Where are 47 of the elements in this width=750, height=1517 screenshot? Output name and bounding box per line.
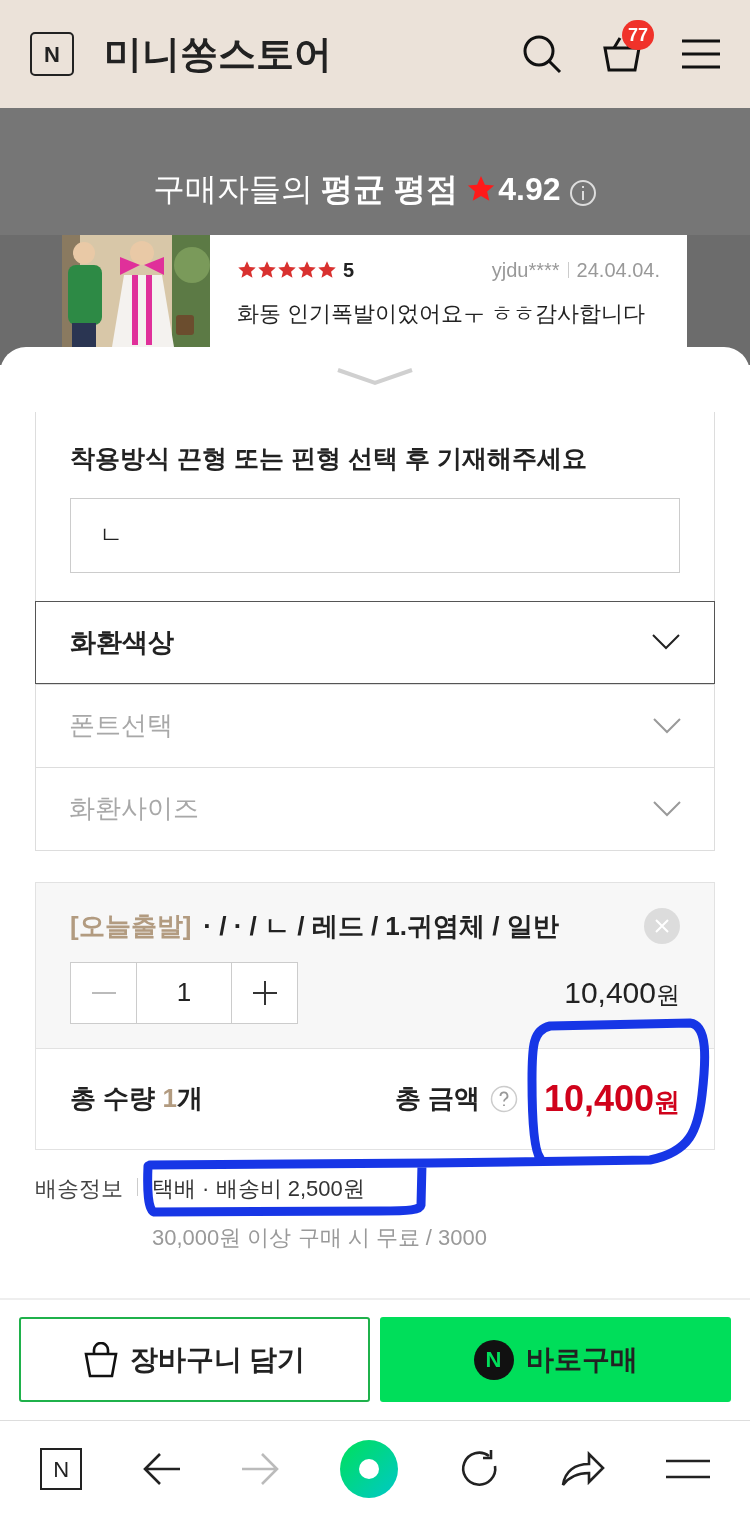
item-tag: [오늘출발] bbox=[70, 906, 192, 946]
help-icon[interactable] bbox=[489, 1084, 518, 1113]
shipping-note: 30,000원 이상 구매 시 무료 / 3000 bbox=[152, 1223, 488, 1252]
chevron-down-icon bbox=[653, 800, 681, 817]
chevron-down-icon bbox=[653, 717, 681, 734]
buy-now-button[interactable]: N 바로구매 bbox=[380, 1317, 731, 1402]
back-arrow-icon[interactable] bbox=[142, 1452, 181, 1486]
star-icon bbox=[317, 260, 337, 280]
option-instruction: 착용방식 끈형 또는 핀형 선택 후 기재해주세요 bbox=[70, 443, 588, 474]
shipping-label: 배송정보 bbox=[35, 1174, 123, 1203]
close-icon bbox=[655, 919, 669, 933]
minus-icon bbox=[91, 991, 116, 994]
reviewer-name: yjdu**** bbox=[491, 258, 560, 283]
info-icon[interactable] bbox=[568, 179, 597, 207]
total-amount-label: 총 금액 bbox=[394, 1082, 480, 1115]
quantity-value[interactable]: 1 bbox=[137, 962, 231, 1023]
rating-label: 평균 평점 bbox=[321, 170, 459, 209]
option-dropdown[interactable]: 화환색상 bbox=[35, 600, 715, 684]
cart-count-badge: 77 bbox=[622, 20, 655, 50]
star-icon bbox=[277, 260, 297, 280]
rating-prefix: 구매자들의 bbox=[153, 170, 314, 209]
menu-icon[interactable] bbox=[682, 39, 720, 69]
option-input-field[interactable]: ㄴ bbox=[70, 497, 680, 573]
naver-pay-logo: N bbox=[473, 1339, 514, 1380]
home-logo[interactable]: N bbox=[40, 1448, 83, 1490]
total-quantity: 총 수량 1개 bbox=[70, 1082, 203, 1115]
store-logo[interactable]: N bbox=[30, 32, 74, 76]
review-date: 24.04.04. bbox=[576, 258, 660, 283]
share-arrow-icon[interactable] bbox=[561, 1451, 606, 1487]
menu-icon[interactable] bbox=[665, 1459, 710, 1479]
star-icon bbox=[237, 260, 257, 280]
review-text: 화동 인기폭발이었어요ㅜ ㅎㅎ감사합니다 bbox=[237, 300, 647, 328]
shipping-method: 택배 · 배송비 2,500원 bbox=[152, 1174, 366, 1203]
add-to-cart-button[interactable]: 장바구니 담기 bbox=[19, 1317, 370, 1402]
plus-icon bbox=[252, 980, 277, 1005]
total-amount: 10,400원 bbox=[543, 1076, 680, 1121]
sheet-handle-icon[interactable] bbox=[336, 367, 414, 387]
store-name: 미니쏭스토어 bbox=[104, 31, 332, 77]
star-icon bbox=[297, 260, 317, 280]
rating-score: 4.92 bbox=[498, 170, 561, 209]
star-icon bbox=[257, 260, 277, 280]
search-icon[interactable] bbox=[522, 34, 562, 74]
item-price: 10,400원 bbox=[564, 975, 680, 1011]
chevron-down-icon bbox=[652, 634, 680, 650]
item-option-text: · / · / ㄴ / 레드 / 1.귀염체 / 일반 bbox=[203, 909, 559, 943]
review-score: 5 bbox=[343, 258, 355, 283]
shopping-bag-icon bbox=[83, 1341, 118, 1378]
